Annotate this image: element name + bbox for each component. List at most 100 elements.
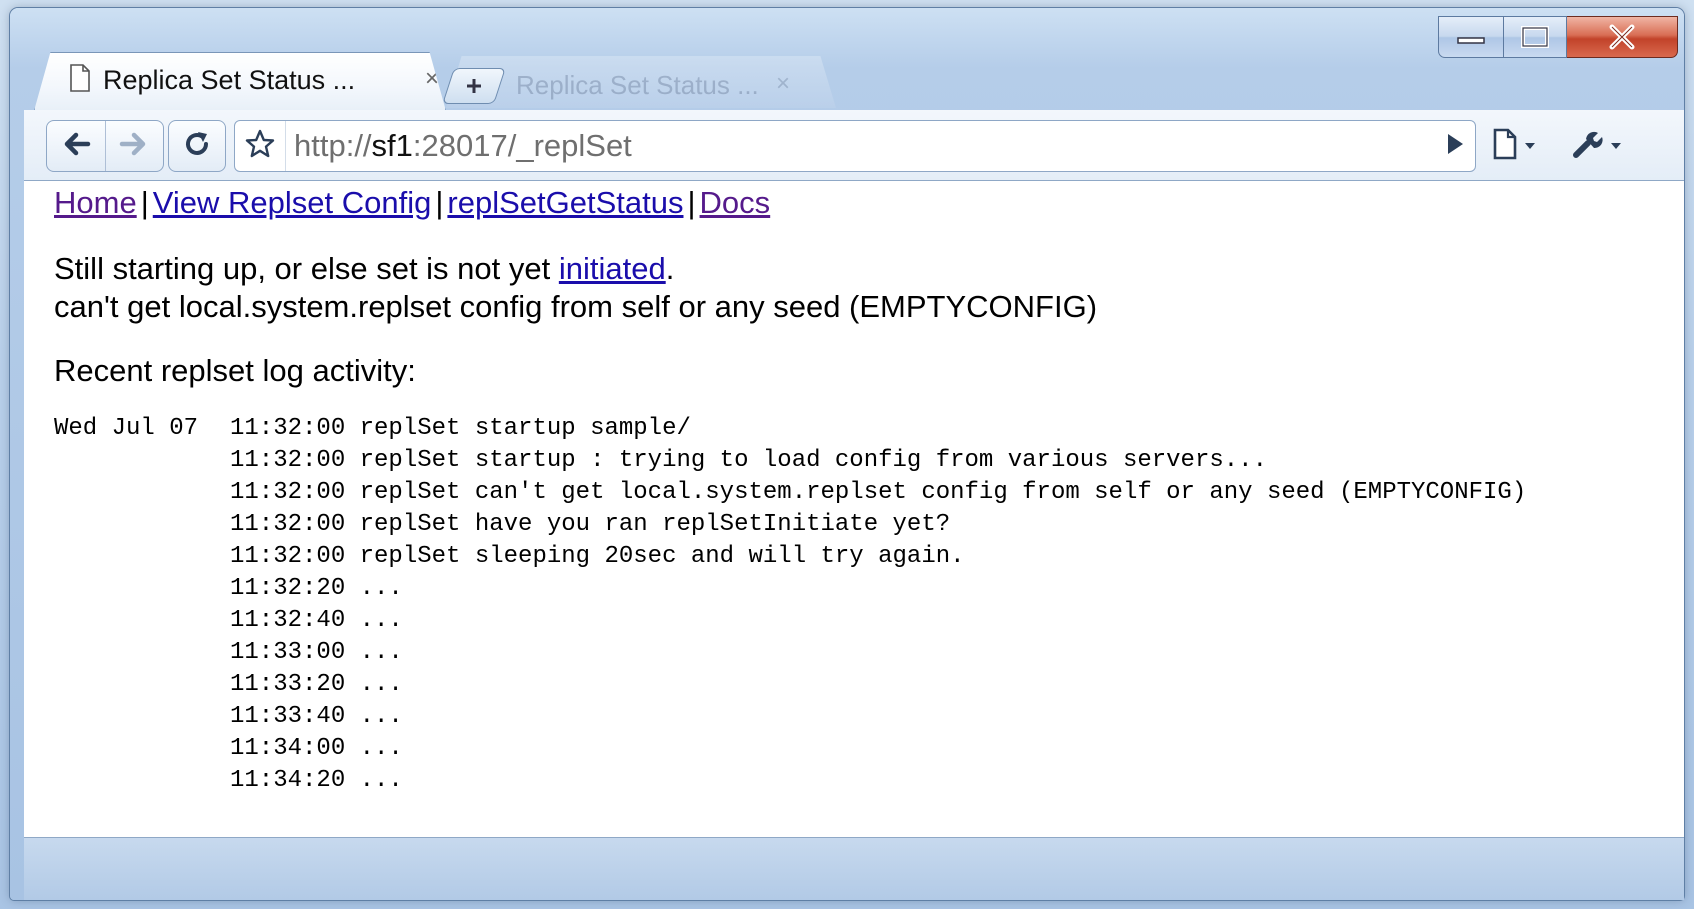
log-line: 11:33:40 ... (54, 701, 1526, 733)
replsetgetstatus-link[interactable]: replSetGetStatus (447, 185, 683, 220)
wrench-menu-button[interactable] (1572, 124, 1622, 168)
log-spacer (345, 477, 359, 509)
close-icon (1607, 24, 1637, 50)
log-line: 11:34:00 ... (54, 733, 1526, 765)
chevron-down-icon (1610, 137, 1622, 155)
minimize-icon (1456, 30, 1486, 44)
startup-status-suffix: . (665, 251, 675, 286)
minimize-button[interactable] (1438, 16, 1504, 58)
window-bottom-frame (24, 838, 1684, 900)
log-date (54, 541, 230, 573)
background-tab-close-icon[interactable]: × (776, 70, 790, 98)
close-window-button[interactable] (1567, 16, 1678, 58)
log-line: 11:34:20 ... (54, 765, 1526, 797)
log-date: Wed Jul 07 (54, 415, 199, 442)
log-message: ... (359, 735, 403, 762)
log-line: 11:32:20 ... (54, 573, 1526, 605)
log-message: ... (359, 575, 403, 602)
log-time: 11:32:20 (230, 575, 346, 602)
log-spacer (345, 541, 359, 573)
home-link[interactable]: Home (54, 185, 137, 220)
forward-button[interactable] (104, 121, 164, 171)
background-tab-title: Replica Set Status ... (516, 70, 759, 100)
play-arrow-icon (1443, 131, 1467, 162)
log-time: 11:32:00 (230, 543, 346, 570)
docs-link[interactable]: Docs (700, 185, 771, 220)
page-menu-button[interactable] (1492, 124, 1536, 168)
log-line: 11:32:00 replSet sleeping 20sec and will… (54, 541, 1526, 573)
log-date (54, 669, 230, 701)
log-time: 11:34:00 (230, 735, 346, 762)
url-scheme: http:// (294, 128, 372, 163)
log-time: 11:32:00 (230, 447, 346, 474)
reload-button[interactable] (168, 120, 226, 172)
log-message: replSet have you ran replSetInitiate yet… (359, 511, 951, 538)
log-spacer (345, 605, 359, 637)
window-controls (1438, 16, 1678, 58)
log-spacer (345, 445, 359, 477)
log-message: ... (359, 639, 403, 666)
log-date (54, 605, 230, 637)
log-message: ... (359, 767, 403, 794)
log-time: 11:32:40 (230, 607, 346, 634)
log-time: 11:32:00 (230, 479, 346, 506)
log-spacer (345, 765, 359, 797)
log-line: 11:33:20 ... (54, 669, 1526, 701)
page-icon (69, 63, 91, 97)
log-date (54, 637, 230, 669)
link-separator: | (435, 185, 444, 220)
reload-icon (182, 129, 212, 164)
browser-toolbar: http://sf1:28017/_replSet (24, 110, 1684, 181)
log-message: ... (359, 703, 403, 730)
log-date (54, 445, 230, 477)
back-button[interactable] (47, 121, 105, 171)
log-spacer (345, 701, 359, 733)
log-message: replSet sleeping 20sec and will try agai… (359, 543, 965, 570)
back-arrow-icon (61, 130, 91, 163)
go-button[interactable] (1443, 121, 1467, 171)
maximize-icon (1520, 25, 1550, 49)
log-date (54, 701, 230, 733)
log-line: 11:32:00 replSet have you ran replSetIni… (54, 509, 1526, 541)
tab-close-icon[interactable]: × (425, 67, 439, 91)
config-error-message: can't get local.system.replset config fr… (54, 289, 1098, 324)
log-time: 11:32:00 (230, 415, 346, 442)
log-message: ... (359, 671, 403, 698)
star-icon (245, 129, 275, 164)
log-time: 11:33:20 (230, 671, 346, 698)
view-replset-config-link[interactable]: View Replset Config (153, 185, 432, 220)
log-date (54, 477, 230, 509)
log-spacer (345, 637, 359, 669)
log-message: ... (359, 607, 403, 634)
log-time: 11:34:20 (230, 767, 346, 794)
log-date (54, 765, 230, 797)
log-date (54, 509, 230, 541)
log-message: replSet can't get local.system.replset c… (359, 479, 1527, 506)
chevron-down-icon (1524, 137, 1536, 155)
log-line: 11:32:40 ... (54, 605, 1526, 637)
url-path: :28017/_replSet (412, 128, 632, 163)
bookmark-star-button[interactable] (235, 121, 286, 171)
log-spacer (345, 573, 359, 605)
initiated-link[interactable]: initiated (559, 251, 666, 286)
tab-replica-set-status[interactable]: Replica Set Status ... × (34, 52, 446, 111)
maximize-button[interactable] (1504, 16, 1567, 58)
replset-log: Wed Jul 07 11:32:00 replSet startup sampl… (54, 413, 1526, 797)
wrench-icon (1572, 128, 1604, 165)
log-message: replSet startup sample/ (359, 415, 691, 442)
log-line: 11:32:00 replSet startup : trying to loa… (54, 445, 1526, 477)
page-nav-links: Home | View Replset Config | replSetGetStatu… (54, 185, 770, 221)
page-menu-icon (1492, 128, 1518, 165)
log-spacer (345, 733, 359, 765)
log-time: 11:33:00 (230, 639, 346, 666)
background-tab[interactable]: Replica Set Status ... × (446, 56, 836, 108)
log-date (54, 733, 230, 765)
nav-button-group (46, 120, 164, 172)
recent-log-heading: Recent replset log activity: (54, 353, 416, 388)
link-separator: | (140, 185, 149, 220)
address-bar[interactable]: http://sf1:28017/_replSet (234, 120, 1476, 172)
log-spacer (345, 509, 359, 541)
startup-status-message: Still starting up, or else set is not ye… (54, 251, 674, 287)
browser-window: Replica Set Status ... × Replica Set Sta… (10, 8, 1684, 900)
log-date (54, 573, 230, 605)
